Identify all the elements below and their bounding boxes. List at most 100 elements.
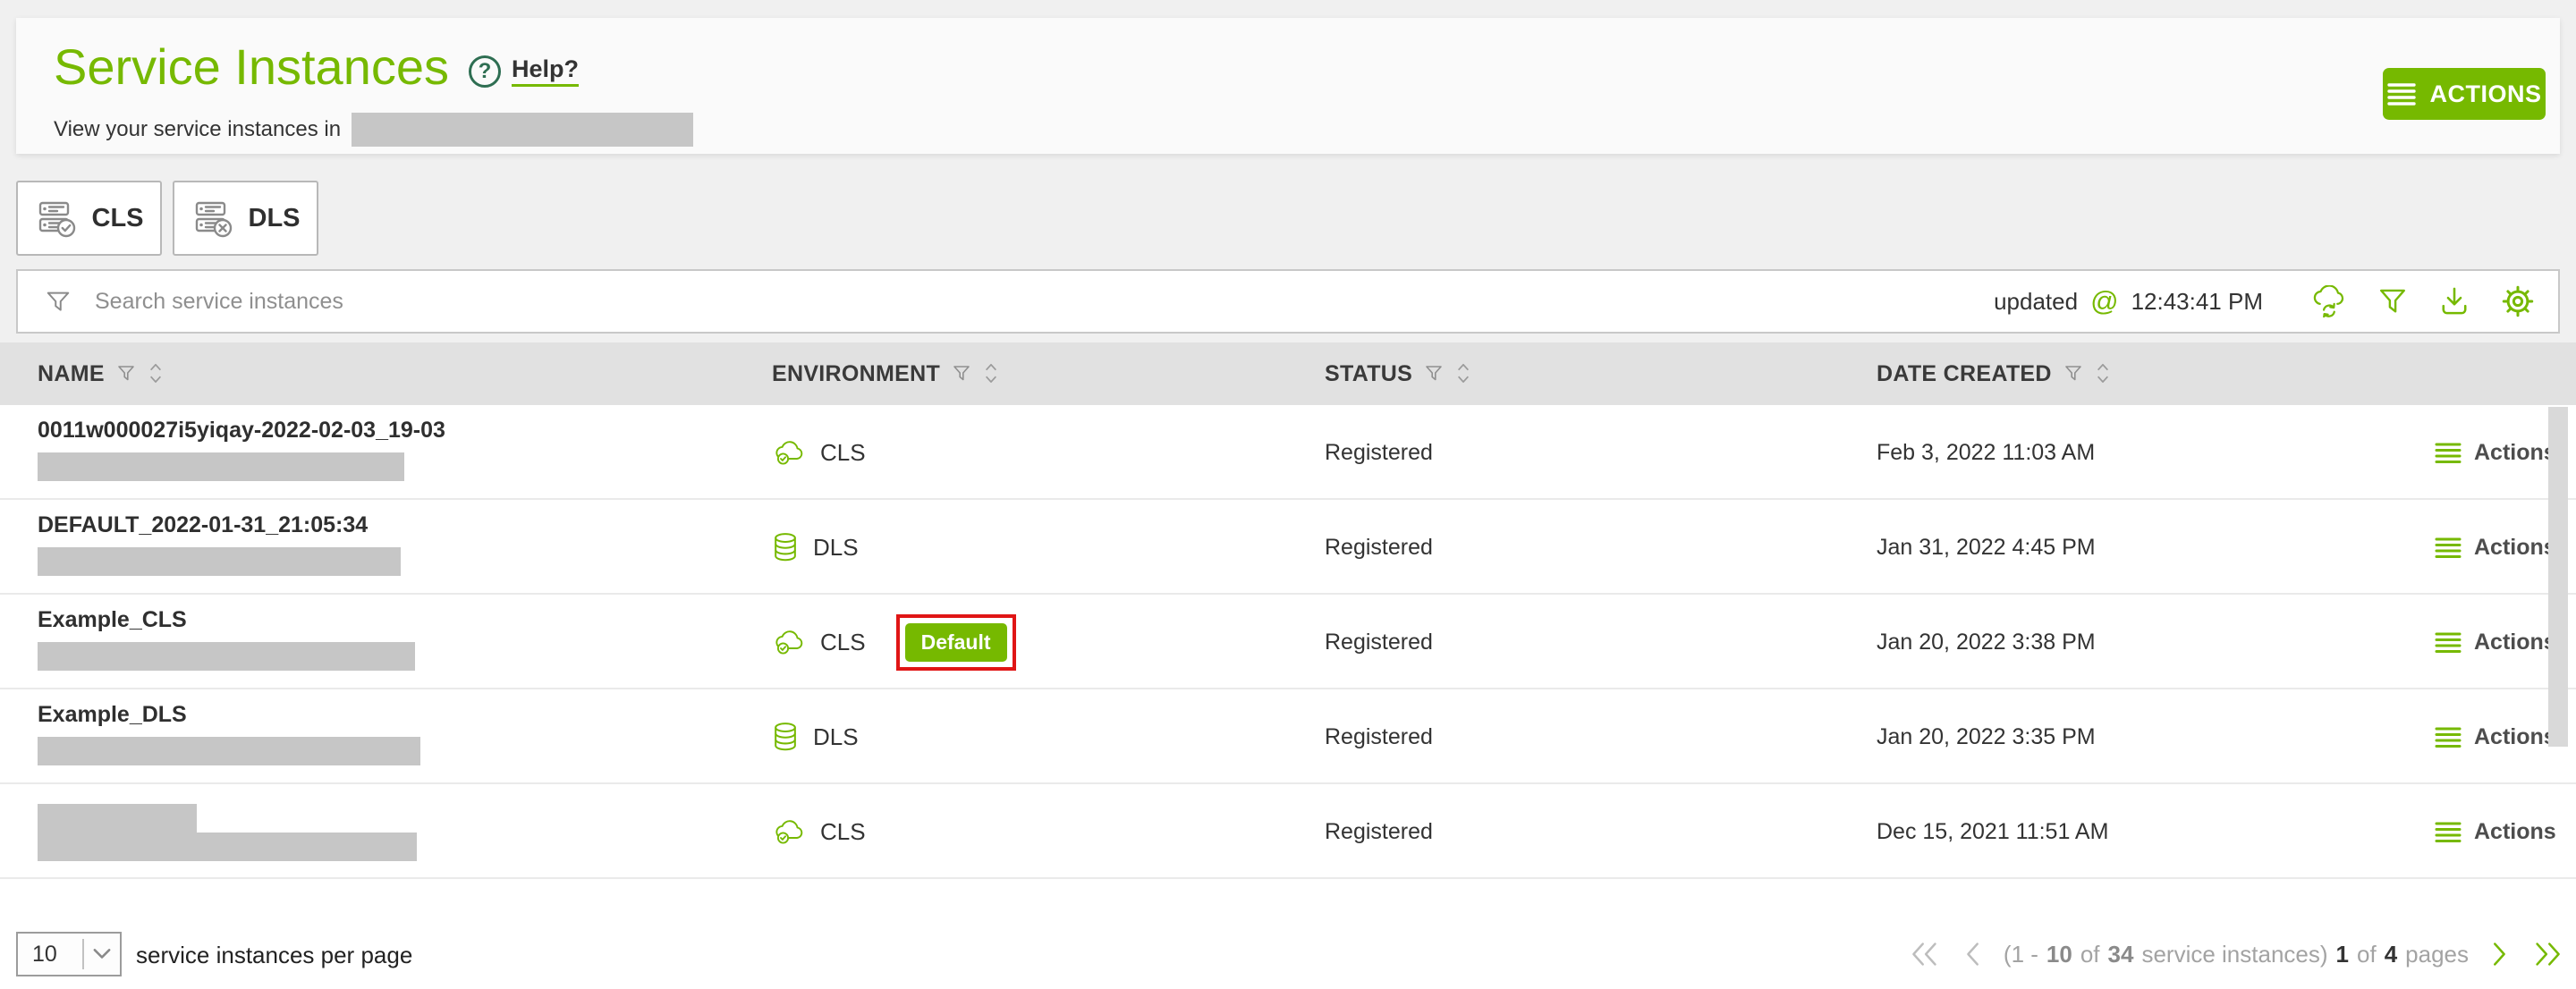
search-zone	[18, 288, 1994, 315]
first-page-icon	[1909, 940, 1941, 968]
column-sort-icon[interactable]	[1455, 360, 1471, 387]
row-actions-button[interactable]: Actions	[2435, 689, 2556, 784]
updated-label: updated	[1994, 288, 2078, 316]
date-created-cell: Jan 31, 2022 4:45 PM	[1877, 500, 2096, 595]
date-created-cell: Jan 20, 2022 3:35 PM	[1877, 689, 2096, 784]
table-row: CLS Registered Dec 15, 2021 11:51 AM Act…	[0, 784, 2576, 879]
status-cell: Registered	[1325, 784, 1433, 879]
name-cell: Example_DLS	[38, 702, 420, 765]
redacted-text-block	[38, 452, 404, 481]
row-actions-button[interactable]: Actions	[2435, 405, 2556, 500]
status-cell: Registered	[1325, 500, 1433, 595]
previous-page-icon	[1962, 940, 1982, 968]
environment-cell: CLS	[772, 784, 866, 879]
page-size-select[interactable]: 10	[16, 932, 122, 976]
download-icon[interactable]	[2438, 285, 2470, 317]
filter-icon[interactable]	[2377, 286, 2408, 317]
table-body: 0011w000027i5yiqay-2022-02-03_19-03 CLS …	[0, 405, 2576, 879]
next-page-icon[interactable]	[2490, 940, 2510, 968]
environment-label: DLS	[813, 534, 859, 562]
page-size-value: 10	[18, 942, 82, 968]
vertical-scrollbar-thumb[interactable]	[2548, 407, 2568, 747]
last-page-icon[interactable]	[2531, 940, 2563, 968]
environment-filter-buttons: CLS DLS	[16, 181, 318, 256]
table-toolbar: updated @ 12:43:41 PM	[16, 269, 2560, 334]
hamburger-icon	[2435, 726, 2462, 748]
hamburger-icon	[2435, 442, 2462, 463]
server-check-icon	[35, 197, 78, 240]
environment-cell: CLS Default	[772, 595, 1016, 689]
name-cell	[38, 804, 417, 861]
total-pages-number: 4	[2385, 941, 2397, 968]
date-created-cell: Dec 15, 2021 11:51 AM	[1877, 784, 2108, 879]
status-cell: Registered	[1325, 689, 1433, 784]
environment-cell: CLS	[772, 405, 866, 500]
hamburger-icon	[2387, 82, 2416, 106]
help-link[interactable]: ? Help?	[469, 55, 579, 88]
cls-filter-button[interactable]: CLS	[16, 181, 162, 256]
settings-gear-icon[interactable]	[2501, 284, 2535, 318]
column-filter-icon[interactable]	[2063, 363, 2084, 385]
table-row: Example_DLS DLS Registered Jan 20, 2022 …	[0, 689, 2576, 784]
dls-filter-button[interactable]: DLS	[173, 181, 318, 256]
current-page-number: 1	[2336, 941, 2349, 968]
hamburger-icon	[2435, 537, 2462, 558]
column-sort-icon[interactable]	[983, 360, 999, 387]
row-actions-label: Actions	[2474, 535, 2556, 561]
row-actions-label: Actions	[2474, 819, 2556, 845]
pagination-summary: (1 - 10 of 34 service instances) 1 of 4 …	[2004, 941, 2469, 968]
date-created-cell: Jan 20, 2022 3:38 PM	[1877, 595, 2096, 689]
cls-cloud-check-icon	[772, 629, 806, 655]
row-actions-button[interactable]: Actions	[2435, 595, 2556, 689]
name-cell: 0011w000027i5yiqay-2022-02-03_19-03	[38, 418, 445, 481]
instance-name: Example_CLS	[38, 607, 415, 633]
row-actions-label: Actions	[2474, 724, 2556, 750]
toolbar-icons	[2308, 284, 2535, 318]
page-size-label: service instances per page	[136, 942, 412, 969]
column-sort-icon[interactable]	[2095, 360, 2111, 387]
table-row: 0011w000027i5yiqay-2022-02-03_19-03 CLS …	[0, 405, 2576, 500]
column-header-date-created: DATE CREATED	[1877, 342, 2111, 405]
redacted-text-block	[38, 737, 420, 765]
table-header-row: NAME ENVIRONMENT STATUS DATE CREATED	[0, 342, 2576, 405]
hamburger-icon	[2435, 631, 2462, 653]
column-filter-icon[interactable]	[1423, 363, 1445, 385]
page-header: Service Instances ? Help? View your serv…	[16, 18, 2560, 154]
subtitle-text: View your service instances in	[54, 117, 341, 142]
hamburger-icon	[2435, 821, 2462, 842]
instance-name: 0011w000027i5yiqay-2022-02-03_19-03	[38, 418, 445, 444]
default-badge: Default	[905, 623, 1007, 662]
at-symbol-icon: @	[2090, 285, 2118, 317]
row-actions-button[interactable]: Actions	[2435, 784, 2556, 879]
annotation-highlight-box: Default	[896, 614, 1016, 671]
actions-button[interactable]: ACTIONS	[2383, 68, 2546, 120]
help-question-icon: ?	[469, 55, 501, 88]
row-actions-button[interactable]: Actions	[2435, 500, 2556, 595]
page-title: Service Instances	[54, 38, 449, 96]
redacted-text-block	[38, 642, 415, 671]
instance-name: Example_DLS	[38, 702, 420, 728]
row-actions-label: Actions	[2474, 440, 2556, 466]
updated-status-zone: updated @ 12:43:41 PM	[1994, 284, 2558, 318]
environment-cell: DLS	[772, 500, 859, 595]
status-cell: Registered	[1325, 595, 1433, 689]
table-row: Example_CLS CLS Default Registered Jan 2…	[0, 595, 2576, 689]
dls-database-icon	[772, 532, 799, 562]
title-row: Service Instances ? Help?	[54, 38, 579, 96]
column-header-environment: ENVIRONMENT	[772, 342, 999, 405]
column-filter-icon[interactable]	[951, 363, 972, 385]
refresh-cloud-sync-icon[interactable]	[2308, 285, 2347, 317]
date-created-cell: Feb 3, 2022 11:03 AM	[1877, 405, 2095, 500]
column-sort-icon[interactable]	[148, 360, 164, 387]
environment-label: CLS	[820, 629, 866, 656]
page-subtitle: View your service instances in	[54, 113, 693, 147]
status-cell: Registered	[1325, 405, 1433, 500]
column-header-status: STATUS	[1325, 342, 1471, 405]
row-actions-label: Actions	[2474, 630, 2556, 655]
column-filter-icon[interactable]	[115, 363, 137, 385]
search-input[interactable]	[95, 289, 810, 315]
cls-cloud-check-icon	[772, 439, 806, 466]
actions-button-label: ACTIONS	[2430, 80, 2542, 108]
column-header-name: NAME	[38, 342, 164, 405]
chevron-down-icon	[84, 948, 120, 960]
